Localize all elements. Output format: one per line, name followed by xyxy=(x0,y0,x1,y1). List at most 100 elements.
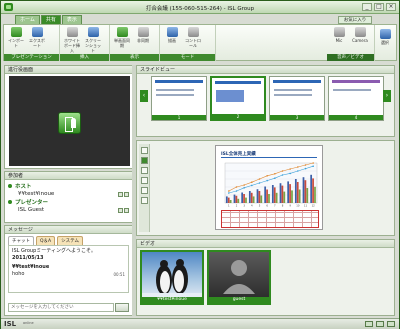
chart-bar xyxy=(287,181,290,203)
control-button[interactable]: コントロール xyxy=(184,27,202,48)
ribbon-group-label: 挿入 xyxy=(60,54,109,61)
tab-home[interactable]: ホーム xyxy=(15,15,40,24)
ribbon-group-insert: ホワイトボード挿入 スクリーンショット 挿入 xyxy=(60,25,110,61)
mic-button[interactable]: Mic xyxy=(330,27,348,43)
chart-point xyxy=(251,181,253,183)
chart-tick-label: 7 xyxy=(274,204,276,208)
tab-system[interactable]: システム xyxy=(57,236,83,245)
whiteboard-icon xyxy=(66,27,78,37)
status-camera-icon[interactable] xyxy=(365,321,373,327)
export-icon xyxy=(31,27,43,37)
video-tile-name: ¥¥test¥inoue xyxy=(142,297,202,303)
highlight-tool-icon[interactable] xyxy=(141,167,148,174)
pen-tool-icon[interactable] xyxy=(141,157,148,164)
send-button[interactable] xyxy=(115,303,129,312)
video-tile[interactable]: ¥¥test¥inoue xyxy=(140,250,204,305)
chart-bar xyxy=(291,190,293,203)
document-page: ISL全体売上実績 1 2 3 4 5 6 7 8 9 10 11 12 xyxy=(215,145,323,230)
camera-status-icon[interactable] xyxy=(124,191,129,197)
slide-thumbnail-selected[interactable]: 2 xyxy=(210,76,266,121)
isl-logo-sub: online xyxy=(23,321,34,325)
tab-share[interactable]: 共有 xyxy=(40,15,61,24)
chat-date: 2011/05/13 xyxy=(12,255,44,261)
chart-point xyxy=(297,170,299,172)
presenter-panel-title: 進行役画面 xyxy=(5,66,132,74)
chart-bar xyxy=(304,180,307,203)
status-mic-icon[interactable] xyxy=(376,321,384,327)
ribbon-group-label: プレゼンテーション xyxy=(4,54,59,61)
pointer-tool-icon[interactable] xyxy=(141,147,148,154)
chart-point xyxy=(243,187,245,189)
slide-thumbnail[interactable]: 4 xyxy=(328,76,384,121)
participant-row[interactable]: ¥¥test¥inoue xyxy=(8,190,129,198)
sync-button[interactable]: 単画面同期 xyxy=(113,27,131,48)
isl-logo: ISL xyxy=(4,320,17,328)
chat-message-text: hoho xyxy=(12,271,25,277)
mic-icon xyxy=(333,27,345,37)
chart-bar xyxy=(266,189,268,203)
text-tool-icon[interactable] xyxy=(141,187,148,194)
ribbon-group-label: 表示 xyxy=(110,54,159,61)
tab-view[interactable]: 表示 xyxy=(61,15,82,24)
chart-point xyxy=(289,172,291,175)
video-tile[interactable]: guest xyxy=(207,250,271,305)
import-button[interactable]: インポート xyxy=(7,27,25,48)
favorites-tab[interactable]: お気に入り xyxy=(338,16,372,24)
slide-number: 4 xyxy=(329,115,383,120)
chart-bar xyxy=(298,189,301,203)
participants-panel: 参加者 ホスト ¥¥test¥inoue プレゼンター ISL Guest xyxy=(4,171,133,223)
export-button[interactable]: エクスポート xyxy=(28,27,46,48)
video-panel-title: ビデオ xyxy=(137,240,394,248)
select-button[interactable]: 選択 xyxy=(376,29,394,45)
prev-slide-button[interactable]: ‹ xyxy=(140,90,148,102)
eraser-tool-icon[interactable] xyxy=(141,197,148,204)
next-slide-button[interactable]: › xyxy=(383,90,391,102)
chart-bar xyxy=(283,191,286,203)
chart-bar xyxy=(225,196,228,203)
camera-button[interactable]: Camera xyxy=(351,27,369,43)
close-button[interactable]: × xyxy=(386,3,396,11)
group-dot-icon xyxy=(8,184,12,188)
chart-point xyxy=(251,184,253,187)
chart-point xyxy=(235,190,238,192)
tab-chat[interactable]: チャット xyxy=(8,236,34,245)
message-input[interactable]: メッセージを入力してください xyxy=(8,303,114,312)
messages-panel: メッセージ チャット Q＆A システム ISL Groupミーティングへようこそ… xyxy=(4,225,133,316)
chart-point xyxy=(274,173,276,175)
title-bar: 打合会議 (155-060-515-264) - ISL Group _ □ × xyxy=(1,1,399,14)
insert-whiteboard-button[interactable]: ホワイトボード挿入 xyxy=(63,27,81,53)
chart-point xyxy=(297,166,299,168)
import-icon xyxy=(10,27,22,37)
chart-bar xyxy=(314,186,316,203)
slide-thumbnail[interactable]: 3 xyxy=(269,76,325,121)
sales-chart: 1 2 3 4 5 6 7 8 9 10 11 12 xyxy=(224,162,318,208)
chart-point xyxy=(274,177,276,179)
participant-row[interactable]: ISL Guest xyxy=(8,206,129,214)
screenshot-button[interactable]: スクリーンショット xyxy=(84,27,102,53)
maximize-button[interactable]: □ xyxy=(374,3,384,11)
status-bar: ISL online xyxy=(1,318,399,329)
camera-status-icon[interactable] xyxy=(124,207,129,213)
slide-thumbnail[interactable]: 1 xyxy=(151,76,207,121)
mic-status-icon[interactable] xyxy=(118,207,123,213)
camera-icon xyxy=(354,27,366,37)
ribbon-group-audio-video: Mic Camera 音声／ビデオ xyxy=(327,25,375,61)
presenter-screen xyxy=(9,76,130,166)
tab-qa[interactable]: Q＆A xyxy=(35,236,56,245)
chart-tick-label: 10 xyxy=(296,204,300,208)
minimize-button[interactable]: _ xyxy=(362,3,372,11)
draw-icon xyxy=(166,27,178,37)
slide-number: 1 xyxy=(152,115,206,120)
chart-point xyxy=(304,167,307,170)
chart-point xyxy=(243,184,245,186)
mic-status-icon[interactable] xyxy=(118,191,123,197)
ribbon-group-label: 音声／ビデオ xyxy=(327,54,374,61)
exit-icon[interactable] xyxy=(58,112,81,134)
draw-button[interactable]: 描画 xyxy=(163,27,181,48)
async-button[interactable]: 非同期 xyxy=(134,27,152,48)
chart-bar xyxy=(256,189,259,203)
group-dot-icon xyxy=(8,200,12,204)
shape-tool-icon[interactable] xyxy=(141,177,148,184)
chart-point xyxy=(281,170,284,172)
video-panel: ビデオ ¥¥test¥inoue guest xyxy=(136,239,395,316)
